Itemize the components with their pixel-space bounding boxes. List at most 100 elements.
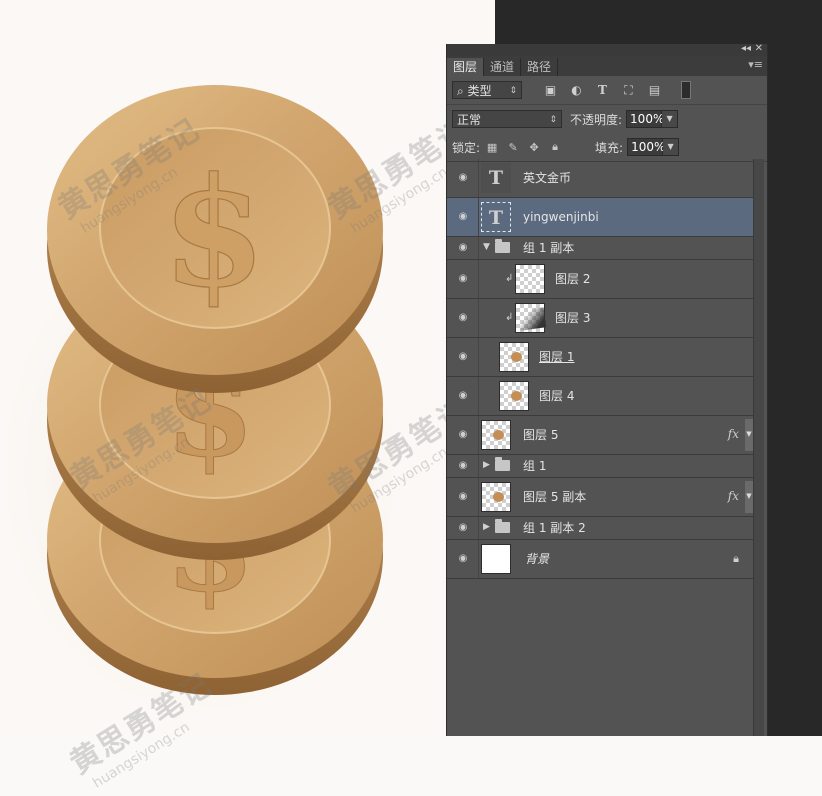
eye-icon[interactable]: ◉ bbox=[457, 554, 469, 564]
layer-name: 组 1 bbox=[523, 459, 547, 473]
opacity-dropdown-icon[interactable]: ▼ bbox=[662, 110, 679, 128]
layer-thumbnail bbox=[481, 482, 511, 512]
filter-kind-label: 类型 bbox=[467, 84, 492, 98]
blend-row: 正常 ⇕ 不透明度: 100% ▼ bbox=[447, 105, 767, 133]
expand-triangle-icon[interactable]: ▼ bbox=[483, 242, 490, 252]
lock-icon: 🔒︎ bbox=[733, 552, 739, 565]
layer-name: 图层 2 bbox=[555, 272, 591, 286]
type-layer-icon: T bbox=[481, 202, 511, 232]
layer-row[interactable]: ◉ 图层 4 bbox=[447, 377, 753, 416]
layer-thumbnail bbox=[499, 381, 529, 411]
expand-triangle-icon[interactable]: ▶ bbox=[483, 460, 490, 470]
clipping-mask-icon: ↲ bbox=[505, 273, 514, 284]
eye-icon[interactable]: ◉ bbox=[457, 523, 469, 533]
layer-effects-icon[interactable]: fx bbox=[728, 427, 739, 441]
eye-icon[interactable]: ◉ bbox=[457, 313, 469, 323]
layer-filter-bar: ⌕ 类型 ⇕ ▣ ◐ T ⛶ ▤ bbox=[447, 76, 767, 105]
background-layer-row[interactable]: ◉ 背景 🔒︎ bbox=[447, 540, 753, 579]
layer-name: yingwenjinbi bbox=[523, 210, 599, 224]
eye-icon[interactable]: ◉ bbox=[457, 492, 469, 502]
eye-icon[interactable]: ◉ bbox=[457, 461, 469, 471]
layer-name: 图层 3 bbox=[555, 311, 591, 325]
expand-effects-icon[interactable]: ▼ bbox=[745, 419, 753, 451]
layer-name: 组 1 副本 2 bbox=[523, 521, 586, 535]
layer-row[interactable]: ◉ T 英文金币 bbox=[447, 159, 753, 198]
document-canvas[interactable]: $ $ $ bbox=[0, 0, 495, 736]
layer-name: 组 1 副本 bbox=[523, 241, 575, 255]
blend-mode-select[interactable]: 正常 ⇕ bbox=[452, 110, 562, 128]
filter-kind-select[interactable]: ⌕ 类型 ⇕ bbox=[452, 81, 522, 99]
close-panel-icon[interactable]: ✕ bbox=[755, 43, 763, 55]
layer-row[interactable]: ◉ 图层 1 bbox=[447, 338, 753, 377]
layer-name: 英文金币 bbox=[523, 171, 572, 185]
type-filter-icon[interactable]: T bbox=[596, 83, 609, 97]
fill-dropdown-icon[interactable]: ▼ bbox=[663, 138, 680, 156]
layers-scrollbar[interactable] bbox=[753, 159, 764, 736]
layer-row[interactable]: ◉ 图层 5 副本 fx ▼ bbox=[447, 478, 753, 517]
eye-icon[interactable]: ◉ bbox=[457, 391, 469, 401]
panel-title-bar: ◂◂ ✕ bbox=[447, 43, 767, 56]
blend-mode-value: 正常 bbox=[457, 113, 482, 127]
fill-label: 填充: bbox=[595, 140, 624, 155]
updown-arrow-icon: ⇕ bbox=[509, 86, 517, 96]
tab-channels[interactable]: 通道 bbox=[484, 58, 522, 76]
eye-icon[interactable]: ◉ bbox=[457, 212, 469, 222]
layers-panel: ◂◂ ✕ 图层 通道 路径 ▾≡ ⌕ 类型 ⇕ ▣ ◐ T ⛶ ▤ 正常 ⇕ 不… bbox=[446, 43, 768, 736]
opacity-input[interactable]: 100% bbox=[626, 110, 664, 128]
opacity-label: 不透明度: bbox=[570, 112, 623, 127]
layer-effects-icon[interactable]: fx bbox=[728, 489, 739, 503]
updown-arrow-icon: ⇕ bbox=[549, 115, 557, 125]
search-icon: ⌕ bbox=[457, 84, 468, 98]
lock-position-icon[interactable]: ✥ bbox=[528, 141, 540, 154]
smart-object-filter-icon[interactable]: ▤ bbox=[648, 83, 661, 97]
layer-row[interactable]: ◉ ↲ 图层 2 bbox=[447, 260, 753, 299]
layer-name: 图层 5 副本 bbox=[523, 490, 587, 504]
collapse-panel-icon[interactable]: ◂◂ bbox=[741, 43, 751, 55]
folder-icon bbox=[495, 519, 510, 533]
group-row[interactable]: ◉ ▶ 组 1 bbox=[447, 455, 753, 478]
group-row[interactable]: ◉ ▶ 组 1 副本 2 bbox=[447, 517, 753, 540]
lock-row: 锁定: ▦ ✎ ✥ 🔒︎ 填充: 100% ▼ bbox=[447, 133, 767, 162]
layer-name: 图层 5 bbox=[523, 428, 559, 442]
expand-triangle-icon[interactable]: ▶ bbox=[483, 522, 490, 532]
layer-row-selected[interactable]: ◉ T yingwenjinbi bbox=[447, 198, 753, 237]
panel-menu-icon[interactable]: ▾≡ bbox=[748, 58, 763, 71]
eye-icon[interactable]: ◉ bbox=[457, 352, 469, 362]
eye-icon[interactable]: ◉ bbox=[457, 274, 469, 284]
lock-transparent-icon[interactable]: ▦ bbox=[486, 141, 498, 154]
coin-top: $ bbox=[47, 85, 383, 393]
group-row[interactable]: ◉ ▼ 组 1 副本 bbox=[447, 237, 753, 260]
coin-stack-artwork: $ $ $ bbox=[0, 85, 410, 730]
image-filter-icon[interactable]: ▣ bbox=[544, 83, 557, 97]
type-layer-icon: T bbox=[481, 163, 511, 193]
adjustment-filter-icon[interactable]: ◐ bbox=[570, 83, 583, 97]
lock-label: 锁定: bbox=[452, 140, 481, 155]
svg-text:$: $ bbox=[162, 145, 266, 321]
layer-thumbnail bbox=[515, 303, 547, 333]
layer-name: 图层 4 bbox=[539, 389, 575, 403]
folder-icon bbox=[495, 239, 510, 253]
eye-icon[interactable]: ◉ bbox=[457, 243, 469, 253]
shape-filter-icon[interactable]: ⛶ bbox=[622, 83, 635, 97]
layer-thumbnail bbox=[499, 342, 529, 372]
eye-icon[interactable]: ◉ bbox=[457, 430, 469, 440]
lock-image-icon[interactable]: ✎ bbox=[507, 141, 519, 154]
tab-paths[interactable]: 路径 bbox=[521, 58, 559, 76]
layer-row[interactable]: ◉ 图层 5 fx ▼ bbox=[447, 416, 753, 455]
layer-name: 背景 bbox=[525, 552, 550, 566]
tab-layers[interactable]: 图层 bbox=[447, 58, 485, 76]
folder-icon bbox=[495, 457, 510, 471]
clipping-mask-icon: ↲ bbox=[505, 312, 514, 323]
layer-thumbnail bbox=[515, 264, 545, 294]
eye-icon[interactable]: ◉ bbox=[457, 173, 469, 183]
layer-row[interactable]: ◉ ↲ 图层 3 bbox=[447, 299, 753, 338]
expand-effects-icon[interactable]: ▼ bbox=[745, 481, 753, 513]
panel-tabs: 图层 通道 路径 ▾≡ bbox=[447, 56, 767, 76]
layer-name: 图层 1 bbox=[539, 350, 575, 364]
fill-input[interactable]: 100% bbox=[627, 138, 665, 156]
layer-thumbnail bbox=[481, 420, 511, 450]
filter-toggle-icon[interactable] bbox=[681, 81, 691, 99]
layer-list: ◉ T 英文金币 ◉ T yingwenjinbi ◉ ▼ 组 1 副本 ◉ ↲… bbox=[447, 159, 753, 579]
layer-thumbnail bbox=[481, 544, 511, 574]
lock-all-icon[interactable]: 🔒︎ bbox=[549, 140, 561, 154]
